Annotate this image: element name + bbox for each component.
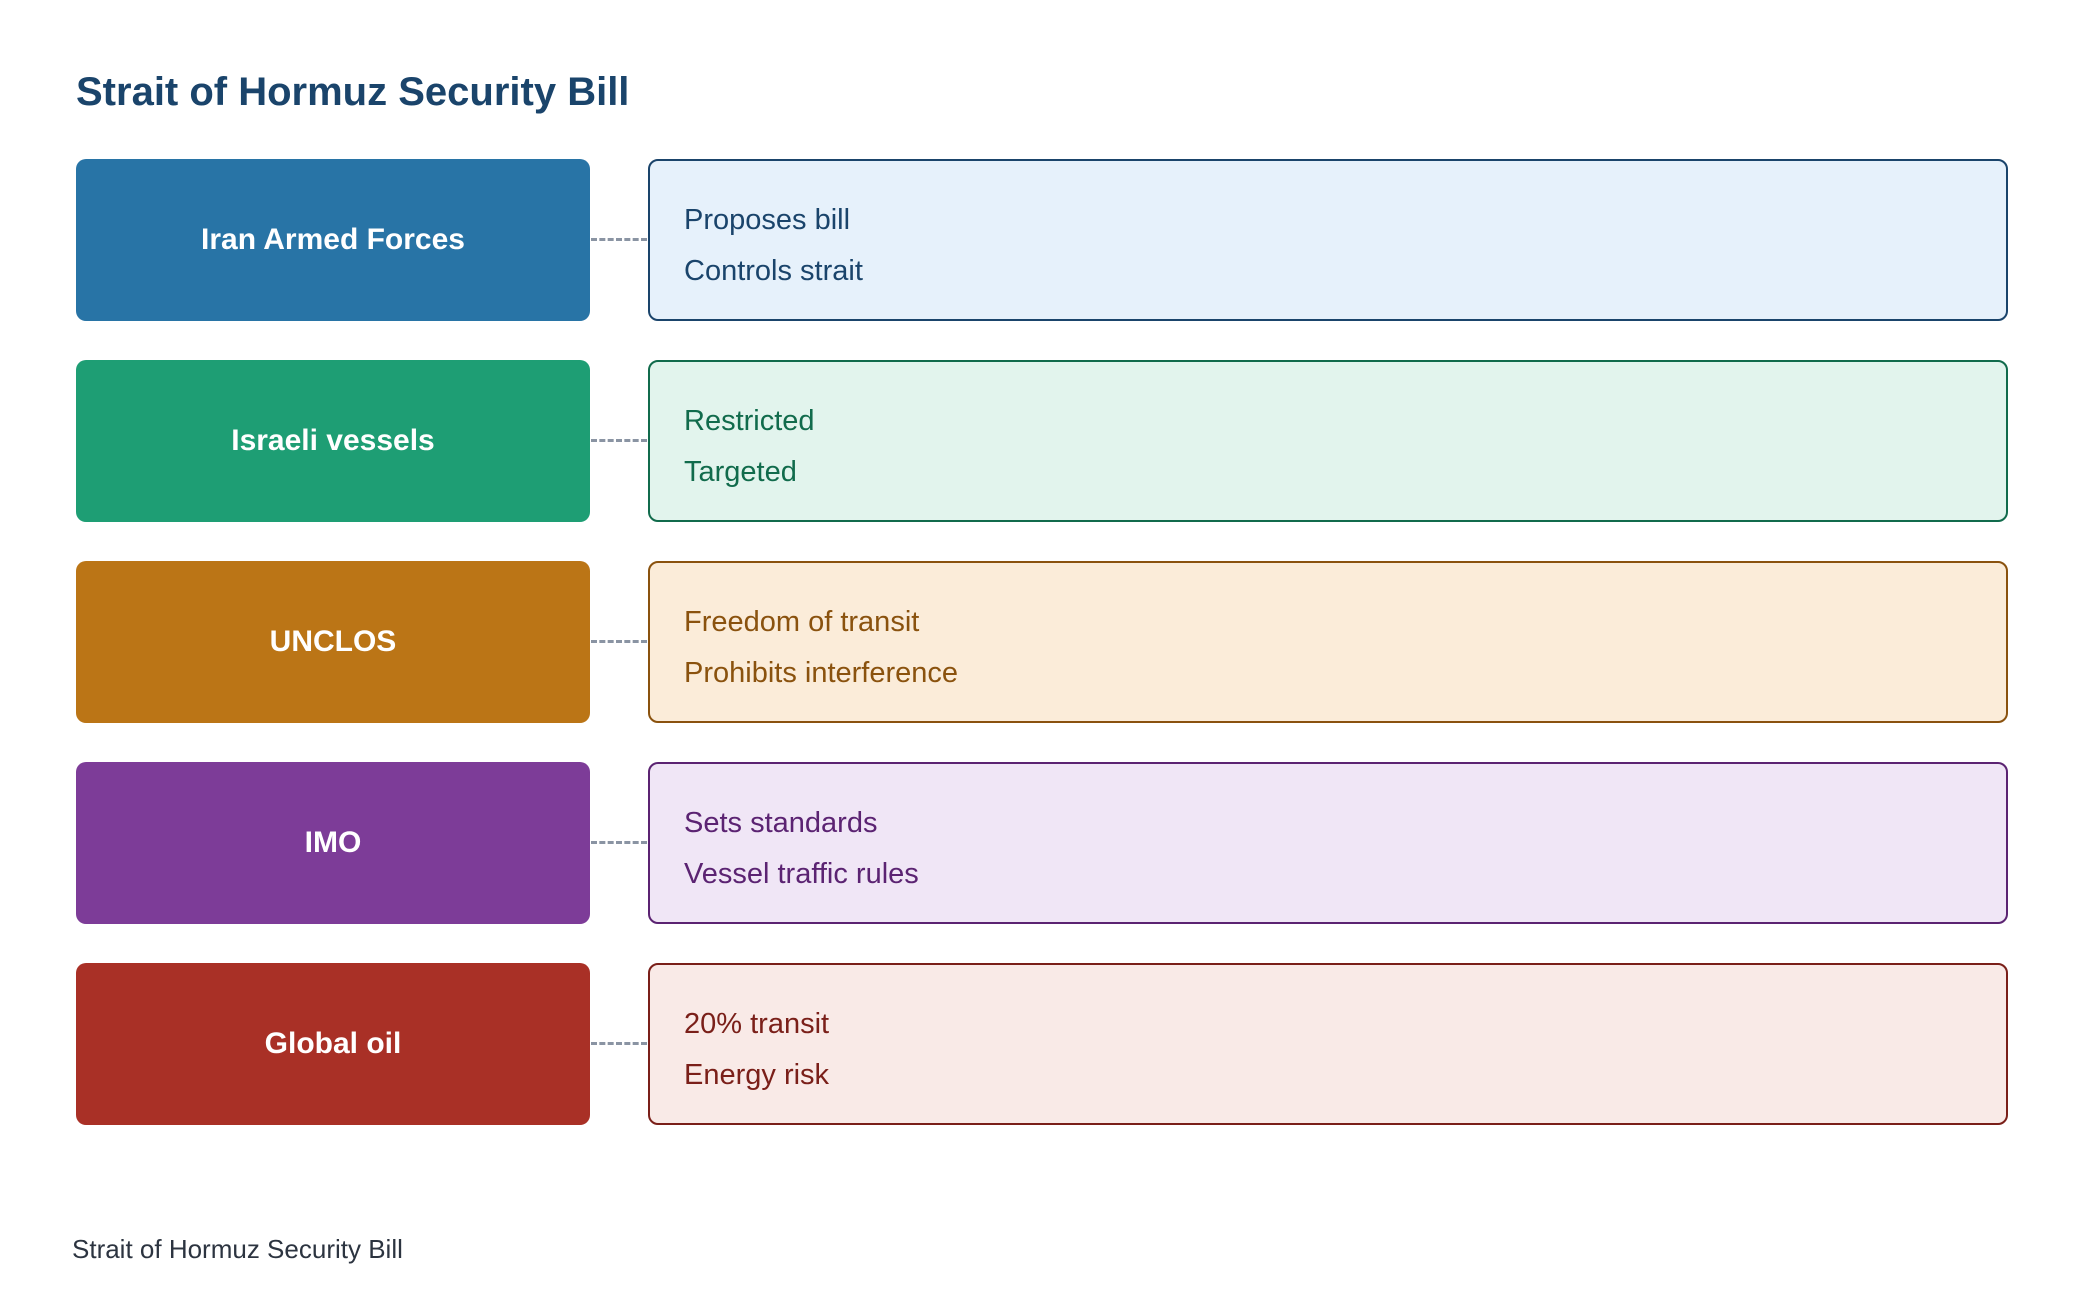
detail-line: Vessel traffic rules (684, 858, 919, 890)
detail-line: Energy risk (684, 1059, 830, 1091)
entity-label: IMO (304, 826, 362, 859)
relationship-rows: Iran Armed Forces Proposes bill Controls… (0, 0, 2080, 1308)
row-israeli-vessels: Israeli vessels Restricted Targeted (76, 360, 2008, 522)
footer-caption: Strait of Hormuz Security Bill (72, 1234, 403, 1264)
entity-box: Israeli vessels (76, 360, 590, 522)
detail-panel: Restricted Targeted (648, 360, 2008, 522)
detail-panel: 20% transit Energy risk (648, 963, 2008, 1125)
detail-line: Prohibits interference (684, 657, 959, 689)
dashed-connector (591, 841, 647, 844)
entity-label: Israeli vessels (231, 424, 435, 457)
entity-label: Iran Armed Forces (201, 223, 465, 256)
detail-line: Freedom of transit (684, 606, 920, 638)
detail-line: Proposes bill (684, 204, 851, 236)
dashed-connector (591, 640, 647, 643)
detail-panel: Freedom of transit Prohibits interferenc… (648, 561, 2008, 723)
detail-line: Controls strait (684, 255, 863, 287)
detail-line: 20% transit (684, 1008, 830, 1040)
row-iran-armed-forces: Iran Armed Forces Proposes bill Controls… (76, 159, 2008, 321)
entity-box: Iran Armed Forces (76, 159, 590, 321)
dashed-connector (591, 1042, 647, 1045)
entity-box: IMO (76, 762, 590, 924)
dashed-connector (591, 238, 647, 241)
detail-panel: Sets standards Vessel traffic rules (648, 762, 2008, 924)
entity-box: Global oil (76, 963, 590, 1125)
detail-line: Sets standards (684, 807, 878, 839)
row-global-oil: Global oil 20% transit Energy risk (76, 963, 2008, 1125)
dashed-connector (591, 439, 647, 442)
detail-line: Targeted (684, 456, 797, 488)
detail-line: Restricted (684, 405, 815, 437)
entity-label: Global oil (264, 1027, 402, 1060)
entity-box: UNCLOS (76, 561, 590, 723)
row-unclos: UNCLOS Freedom of transit Prohibits inte… (76, 561, 2008, 723)
row-imo: IMO Sets standards Vessel traffic rules (76, 762, 2008, 924)
detail-panel: Proposes bill Controls strait (648, 159, 2008, 321)
entity-label: UNCLOS (269, 625, 397, 658)
